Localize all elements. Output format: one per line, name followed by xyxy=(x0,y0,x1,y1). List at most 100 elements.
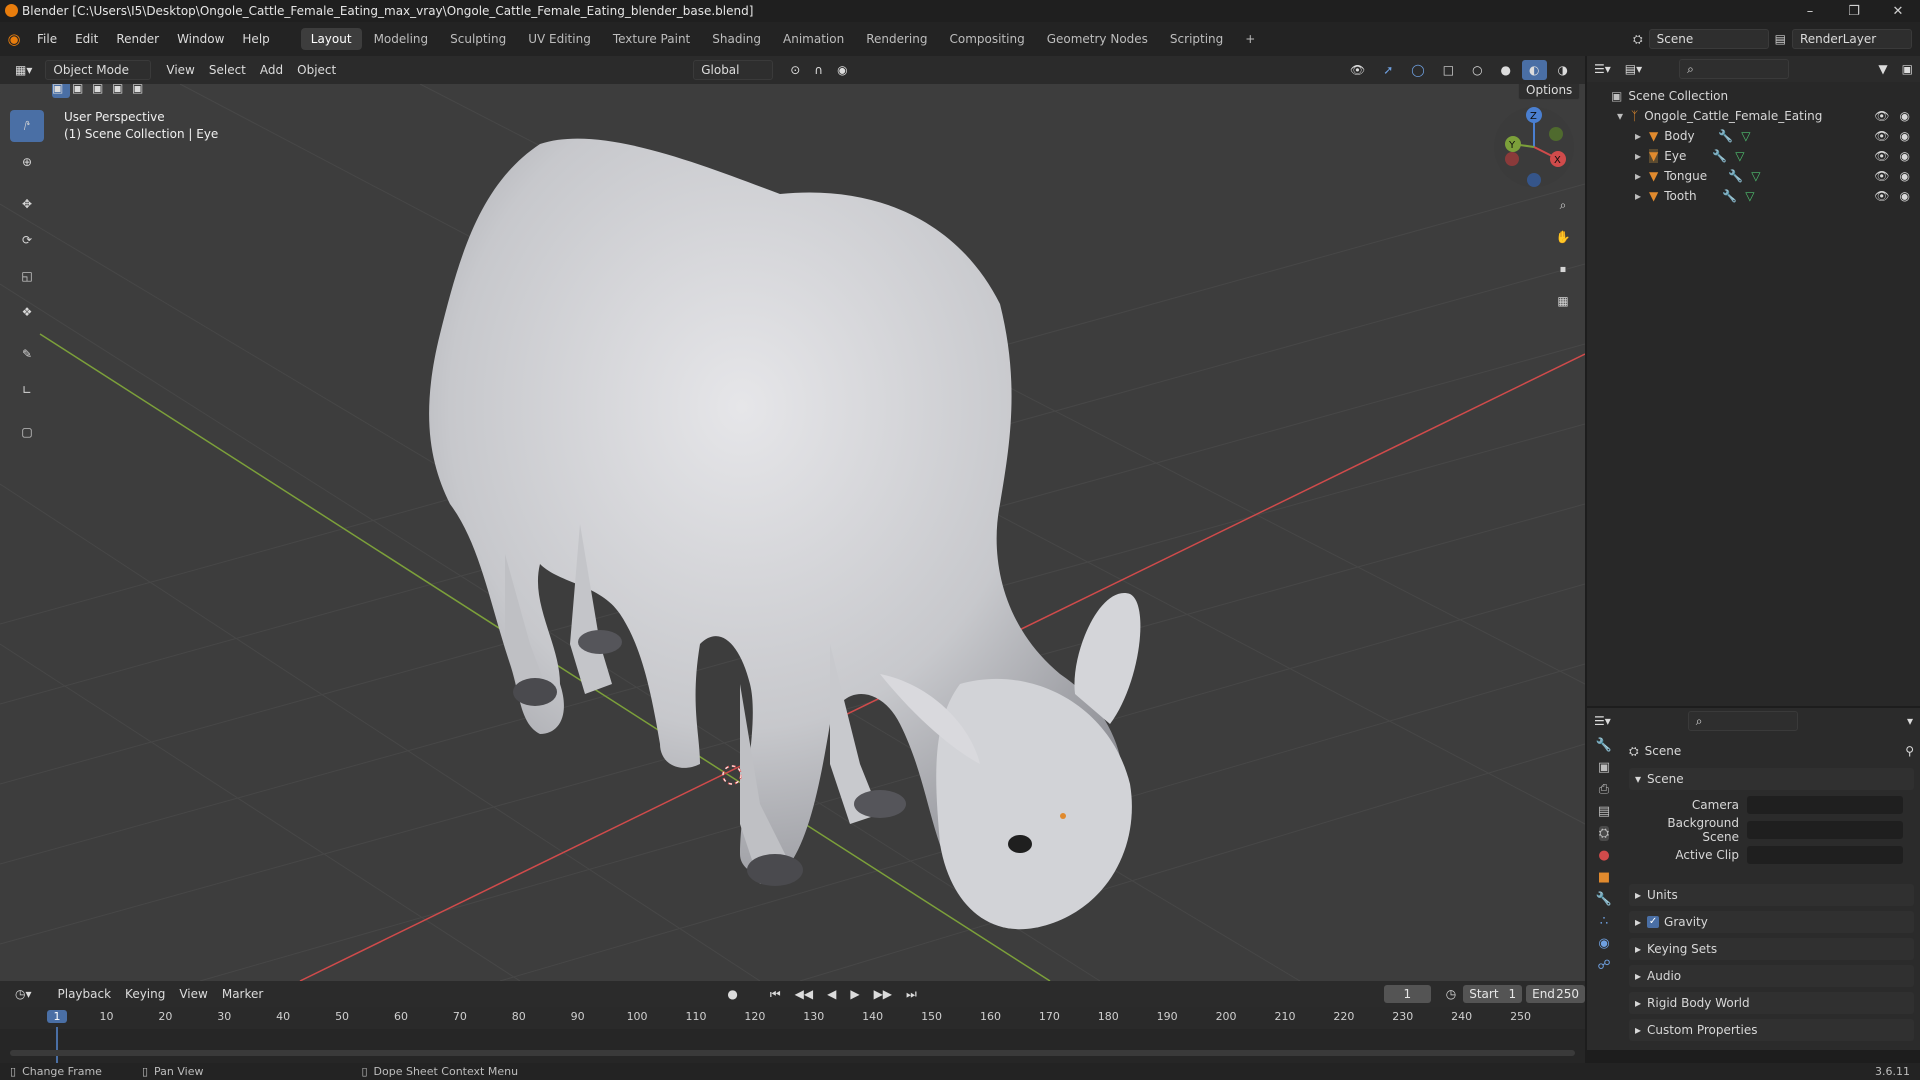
view-layer-tab-icon[interactable]: ▤ xyxy=(1598,804,1610,819)
audio-panel[interactable]: ▸ Audio xyxy=(1629,965,1914,987)
camera-visibility-icon[interactable]: ◉ xyxy=(1900,149,1910,163)
output-tab-icon[interactable]: ⎙ xyxy=(1599,782,1609,797)
add-cube-tool-icon[interactable]: ▢ xyxy=(10,416,44,448)
material-shading-icon[interactable]: ◐ xyxy=(1522,60,1547,80)
pin-icon[interactable]: ⚲ xyxy=(1905,744,1914,758)
outliner-item-body[interactable]: ▸ ▼ Body 🔧 ▽ 👁 ◉ xyxy=(1587,126,1920,146)
preview-range-icon[interactable]: ◷ xyxy=(1439,984,1463,1004)
tab-uv-editing[interactable]: UV Editing xyxy=(518,28,601,50)
record-icon[interactable]: ● xyxy=(720,984,744,1004)
snap-icon[interactable]: ∩ xyxy=(807,60,830,80)
mesh-data-icon[interactable]: ▽ xyxy=(1741,129,1750,143)
keying-sets-panel[interactable]: ▸ Keying Sets xyxy=(1629,938,1914,960)
camera-visibility-icon[interactable]: ◉ xyxy=(1900,129,1910,143)
tab-geometry-nodes[interactable]: Geometry Nodes xyxy=(1037,28,1158,50)
pivot-icon[interactable]: ⊙ xyxy=(783,60,807,80)
editor-type-icon[interactable]: ▦▾ xyxy=(8,60,39,80)
camera-visibility-icon[interactable]: ◉ xyxy=(1900,189,1910,203)
particles-tab-icon[interactable]: ∴ xyxy=(1600,914,1608,929)
play-reverse-icon[interactable]: ◀ xyxy=(820,984,843,1004)
menu-keying[interactable]: Keying xyxy=(118,984,172,1004)
properties-editor-type-icon[interactable]: ☰▾ xyxy=(1587,711,1618,731)
rotate-tool-icon[interactable]: ⟳ xyxy=(10,224,44,256)
physics-tab-icon[interactable]: ◉ xyxy=(1598,936,1609,951)
select-extend-icon[interactable]: ▣ xyxy=(72,84,90,98)
gizmo-neg-y-icon[interactable] xyxy=(1549,127,1563,141)
tab-compositing[interactable]: Compositing xyxy=(939,28,1034,50)
next-keyframe-icon[interactable]: ▶▶ xyxy=(867,984,899,1004)
wireframe-shading-icon[interactable]: ○ xyxy=(1465,60,1489,80)
select-subtract-icon[interactable]: ▣ xyxy=(92,84,110,98)
filter-icon[interactable]: ▼ xyxy=(1871,59,1894,79)
mesh-data-icon[interactable]: ▽ xyxy=(1751,169,1760,183)
camera-view-icon[interactable]: ⏹ xyxy=(1551,258,1575,280)
modifier-icon[interactable]: 🔧 xyxy=(1712,149,1727,163)
object-tab-icon[interactable]: ■ xyxy=(1598,870,1610,885)
tab-shading[interactable]: Shading xyxy=(702,28,771,50)
custom-properties-panel[interactable]: ▸ Custom Properties xyxy=(1629,1019,1914,1041)
menu-timeline-view[interactable]: View xyxy=(172,984,214,1004)
scene-panel-header[interactable]: ▾ Scene xyxy=(1629,768,1914,790)
jump-start-icon[interactable]: ⏮ xyxy=(763,984,788,1004)
select-box-tool-icon[interactable]: ⭚ xyxy=(10,110,44,142)
menu-render[interactable]: Render xyxy=(107,32,168,46)
jump-end-icon[interactable]: ⏭ xyxy=(899,984,924,1004)
annotate-tool-icon[interactable]: ✎ xyxy=(10,338,44,370)
zoom-icon[interactable]: ⌕ xyxy=(1551,194,1575,216)
modifier-icon[interactable]: 🔧 xyxy=(1728,169,1743,183)
tab-animation[interactable]: Animation xyxy=(773,28,854,50)
camera-visibility-icon[interactable]: ◉ xyxy=(1900,169,1910,183)
play-icon[interactable]: ▶ xyxy=(843,984,866,1004)
rigid-body-world-panel[interactable]: ▸ Rigid Body World xyxy=(1629,992,1914,1014)
menu-add[interactable]: Add xyxy=(253,60,290,80)
outliner-search-icon[interactable]: ⌕ xyxy=(1679,59,1790,79)
new-collection-icon[interactable]: ▣ xyxy=(1895,59,1920,79)
overlay-toggle-icon[interactable]: ◯ xyxy=(1404,60,1431,80)
menu-object[interactable]: Object xyxy=(290,60,343,80)
render-tab-icon[interactable]: ▣ xyxy=(1598,760,1610,775)
eye-visibility-icon[interactable]: 👁 xyxy=(1874,189,1889,203)
scene-selector[interactable]: Scene xyxy=(1648,29,1769,49)
gizmo-neg-z-icon[interactable] xyxy=(1527,173,1541,187)
modifier-icon[interactable]: 🔧 xyxy=(1718,129,1733,143)
select-invert-icon[interactable]: ▣ xyxy=(112,84,130,98)
eye-visibility-icon[interactable]: 👁 xyxy=(1874,169,1889,183)
restore-icon[interactable]: ❐ xyxy=(1832,0,1876,22)
menu-window[interactable]: Window xyxy=(168,32,233,46)
options-button[interactable]: Options xyxy=(1518,84,1581,100)
view-layer-selector[interactable]: RenderLayer xyxy=(1792,29,1912,49)
prev-keyframe-icon[interactable]: ◀◀ xyxy=(788,984,820,1004)
scene-tab-icon[interactable]: ⛭ xyxy=(1598,826,1610,841)
tab-layout[interactable]: Layout xyxy=(300,28,362,50)
add-workspace-icon[interactable]: + xyxy=(1235,28,1265,50)
expand-arrow-icon[interactable]: ▸ xyxy=(1635,149,1641,163)
properties-options-icon[interactable]: ▾ xyxy=(1900,711,1920,731)
outliner-collection-row[interactable]: ▾ ᛉ Ongole_Cattle_Female_Eating 👁 ◉ xyxy=(1587,106,1920,126)
rendered-shading-icon[interactable]: ◑ xyxy=(1551,60,1575,80)
timeline-editor-type-icon[interactable]: ◷▾ xyxy=(8,984,39,1004)
menu-view[interactable]: View xyxy=(159,60,201,80)
select-intersect-icon[interactable]: ▣ xyxy=(132,84,150,98)
transform-tool-icon[interactable]: ❖ xyxy=(10,296,44,328)
expand-arrow-icon[interactable]: ▸ xyxy=(1635,189,1641,203)
modifier-icon[interactable]: 🔧 xyxy=(1722,189,1737,203)
navigation-gizmo[interactable]: Z X Y xyxy=(1494,107,1574,187)
units-panel[interactable]: ▸ Units xyxy=(1629,884,1914,906)
modifier-tab-icon[interactable]: 🔧 xyxy=(1596,892,1612,907)
solid-shading-icon[interactable]: ● xyxy=(1494,60,1518,80)
timeline-scrollbar[interactable] xyxy=(10,1050,1575,1056)
selected-eye-origin[interactable] xyxy=(1060,813,1066,819)
current-frame-field[interactable]: 1 xyxy=(1383,985,1431,1003)
scene-icon[interactable]: ⛭ xyxy=(1633,32,1643,47)
gizmo-toggle-icon[interactable]: ➚ xyxy=(1376,60,1400,80)
expand-arrow-icon[interactable]: ▸ xyxy=(1635,169,1641,183)
scale-tool-icon[interactable]: ◱ xyxy=(10,260,44,292)
outliner-editor-type-icon[interactable]: ☰▾ xyxy=(1587,59,1618,79)
menu-edit[interactable]: Edit xyxy=(66,32,107,46)
viewport-scene[interactable]: Z X Y xyxy=(0,84,1585,981)
gizmo-neg-x-icon[interactable] xyxy=(1505,152,1519,166)
menu-file[interactable]: File xyxy=(28,32,66,46)
end-frame-field[interactable]: End 250 xyxy=(1526,985,1585,1003)
eye-visibility-icon[interactable]: 👁 xyxy=(1874,129,1889,143)
mode-selector[interactable]: Object Mode xyxy=(45,60,152,80)
